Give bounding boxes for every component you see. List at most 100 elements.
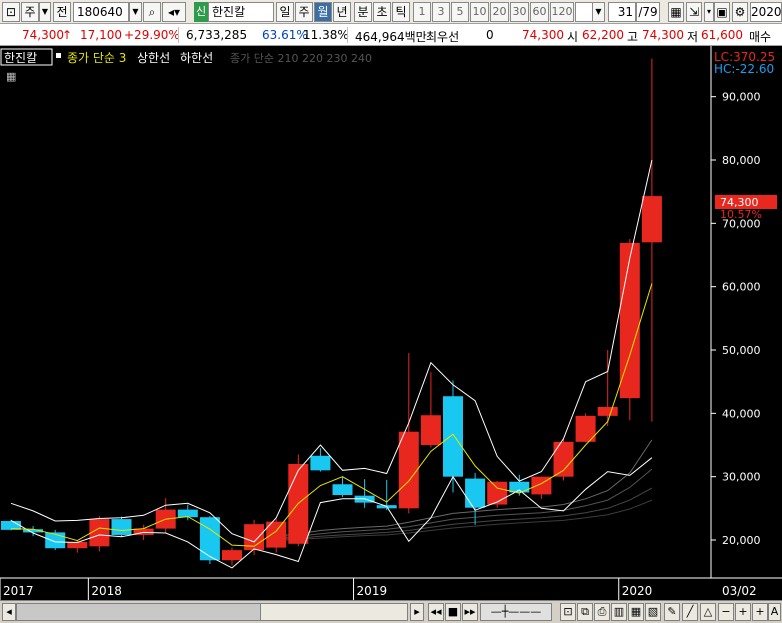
stock-code-input[interactable]: 180640 [73,2,129,22]
legend-ma3: 종가 단순 3 [67,51,126,65]
chevron-down-icon[interactable]: ▼ [39,2,51,22]
volume-ratio: 63.61% [262,28,308,42]
interval-dropdown-icon[interactable]: ▼ [592,2,605,22]
up-arrow-icon: ↑ [62,28,73,42]
x-tick-label: 2020 [622,584,653,598]
percent-tag: 10.57% [720,208,762,221]
zoom-box-icon[interactable]: ⊡ [560,603,576,621]
scroll-thumb[interactable] [260,603,408,621]
current-price: 74,300 [22,28,64,42]
tab-tick[interactable]: 틱 [392,2,410,22]
date-input[interactable]: 2020 [750,2,782,22]
tab-week[interactable]: 주 [295,2,313,22]
bottom-scrollbar: ◂ ▸ ◂◂ ■ ▸▸ —┼——— ⊡ ⧉ ⎙ ▥ ▦ ▧ ✎ ╱ △ − + … [0,600,782,623]
period-type-button[interactable]: 전 [53,2,71,22]
candle-body [641,196,662,243]
tab-year[interactable]: 년 [333,2,351,22]
window-menu-icon[interactable]: ⊡ [2,2,20,22]
text-tool-icon[interactable]: A [768,603,781,621]
small-arrow-icon[interactable]: ▾ [704,2,714,22]
count-total: /79 [636,2,660,22]
legend-upper-line: 상한선 [137,51,170,65]
upper-band-line [10,159,653,543]
candle-body [420,415,441,445]
candlestick-chart[interactable]: 20,00030,00040,00050,00060,00070,00080,0… [0,46,782,600]
speaker-icon[interactable]: ◂▾ [162,2,186,22]
zoom-out-icon[interactable]: − [718,603,734,621]
quote-info-row: 74,300 ↑ 17,100 +29.90% 6,733,285 63.61%… [0,24,782,46]
new-badge: 신 [194,2,208,22]
y-tick-label: 40,000 [722,407,761,420]
y-tick-label: 30,000 [722,471,761,484]
y-tick-label: 80,000 [722,154,761,167]
interval-10[interactable]: 10 [470,2,489,22]
interval-5[interactable]: 5 [451,2,469,22]
price-change: 17,100 [80,28,122,42]
y-tick-label: 60,000 [722,281,761,294]
long-ma-line [276,468,653,539]
low-price: 61,600 [701,28,743,42]
candle-body [465,478,486,508]
hc-label: HC:-22.60 [714,62,774,76]
layout-icon[interactable]: ▥ [611,603,627,621]
code-dropdown-icon[interactable]: ▼ [129,2,142,22]
option-label: 최우선 [426,30,460,44]
tab-month[interactable]: 월 [314,2,332,22]
zoom-slider[interactable]: —┼——— [480,603,552,621]
y-tick-label: 50,000 [722,344,761,357]
candle-body [443,396,463,477]
current-date-label: 03/02 [722,584,757,598]
volume: 6,733,285 [186,28,248,42]
interval-1[interactable]: 1 [413,2,431,22]
legend-long-ma: 종가 단순 210 220 230 240 [230,52,372,65]
save-icon[interactable]: ▣ [714,2,730,22]
tab-minute[interactable]: 분 [354,2,372,22]
rewind-icon[interactable]: ◂◂ [428,603,444,621]
interval-60[interactable]: 60 [530,2,549,22]
legend-stock-name: 한진칼 [4,51,37,65]
grid-icon[interactable]: ▦ [668,2,684,22]
fit-icon[interactable]: ⇲ [686,2,702,22]
scroll-left-icon[interactable]: ◂ [2,603,16,621]
triangle-tool-icon[interactable]: △ [700,603,716,621]
candle-body [398,431,419,509]
interval-120[interactable]: 120 [550,2,574,22]
scroll-right-icon[interactable]: ▸ [410,603,424,621]
open-price: 62,200 [582,28,624,42]
gear-icon[interactable]: ⚙ [732,2,748,22]
table-view-icon[interactable]: ▦ [628,603,644,621]
candle-body [222,550,242,561]
copy-icon[interactable]: ⧉ [577,603,593,621]
forward-icon[interactable]: ▸▸ [462,603,478,621]
interval-20[interactable]: 20 [490,2,509,22]
candle-body [509,481,530,493]
crosshair-icon[interactable]: + [735,603,751,621]
turnover-ratio: 11.38% [303,28,349,42]
x-tick-label: 2017 [3,584,34,598]
add-icon[interactable]: + [752,603,768,621]
pen-icon[interactable]: ✎ [664,603,680,621]
open-label: 시 [567,30,579,44]
tab-second[interactable]: 초 [373,2,391,22]
y-tick-label: 90,000 [722,91,761,104]
candle-body [111,519,132,535]
buy-button[interactable]: 매수 [749,28,771,45]
tab-day[interactable]: 일 [276,2,294,22]
chart-area[interactable]: 20,000 30,000 40,000 50,000 60,000 70,000 80,0… [0,46,782,600]
candle-body [89,519,110,547]
interval-3[interactable]: 3 [432,2,450,22]
market-select[interactable]: 주 [21,2,39,22]
long-ma-line [276,487,653,540]
image-icon[interactable]: ▧ [645,603,661,621]
toolbar: ⊡ 주 ▼ 전 180640 ▼ ⌕ ◂▾ 신 한진칼 일 주 월 년 분 초 … [0,0,782,24]
high-price: 74,300 [642,28,684,42]
search-icon[interactable]: ⌕ [143,2,161,22]
print-icon[interactable]: ⎙ [594,603,610,621]
stop-icon[interactable]: ■ [445,603,461,621]
table-icon[interactable]: ▦ [6,70,16,83]
count-input[interactable]: 31 [608,2,636,22]
legend-marker [56,53,61,58]
line-tool-icon[interactable]: ╱ [682,603,698,621]
interval-30[interactable]: 30 [510,2,529,22]
stock-name-field[interactable]: 한진칼 [208,2,274,22]
